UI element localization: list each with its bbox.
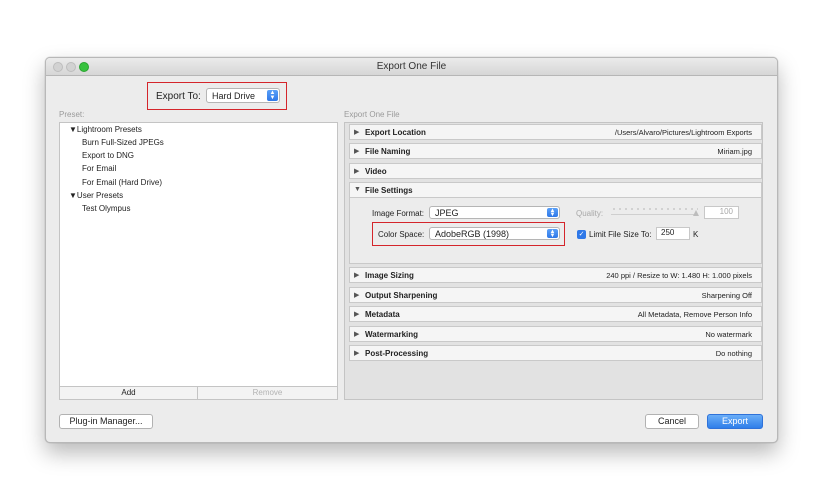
preset-item[interactable]: Export to DNG xyxy=(82,151,134,160)
image-format-label: Image Format: xyxy=(372,209,425,218)
section-file-naming[interactable]: ▶ File Naming Miriam.jpg xyxy=(349,143,762,159)
limit-file-size-field[interactable]: 250 xyxy=(656,227,690,240)
limit-file-size-label: Limit File Size To: xyxy=(589,230,652,239)
section-output-sharpening[interactable]: ▶ Output Sharpening Sharpening Off xyxy=(349,287,762,303)
preset-item[interactable]: Test Olympus xyxy=(82,204,130,213)
plugin-manager-button[interactable]: Plug-in Manager... xyxy=(59,414,153,429)
export-panel-label: Export One File xyxy=(344,110,400,119)
disclosure-right-icon: ▶ xyxy=(354,331,360,338)
section-video[interactable]: ▶ Video xyxy=(349,163,762,179)
export-to-label: Export To: xyxy=(156,91,201,102)
section-export-location[interactable]: ▶ Export Location /Users/Alvaro/Pictures… xyxy=(349,124,762,140)
cancel-button[interactable]: Cancel xyxy=(645,414,699,429)
export-dialog: Export One File Export To: Hard Drive ▲ ▼… xyxy=(45,57,778,443)
preset-group-lightroom[interactable]: ▼Lightroom Presets xyxy=(69,125,142,134)
preset-group-user[interactable]: ▼User Presets xyxy=(69,191,123,200)
preset-footer: Add Remove xyxy=(59,386,338,400)
checkmark-icon: ✓ xyxy=(578,231,585,238)
disclosure-right-icon: ▶ xyxy=(354,148,360,155)
preset-item[interactable]: Burn Full-Sized JPEGs xyxy=(82,138,164,147)
disclosure-right-icon: ▶ xyxy=(354,350,360,357)
image-format-select[interactable]: JPEG ▲ ▼ xyxy=(429,206,560,219)
export-button[interactable]: Export xyxy=(707,414,763,429)
section-watermarking[interactable]: ▶ Watermarking No watermark xyxy=(349,326,762,342)
export-to-select[interactable]: Hard Drive ▲ ▼ xyxy=(206,88,280,103)
quality-slider-ticks xyxy=(611,208,698,210)
add-preset-button[interactable]: Add xyxy=(59,386,198,400)
preset-item[interactable]: For Email (Hard Drive) xyxy=(82,178,162,187)
quality-label: Quality: xyxy=(576,209,604,218)
quality-slider-thumb[interactable] xyxy=(693,210,699,216)
quality-value-field[interactable]: 100 xyxy=(704,206,739,219)
disclosure-right-icon: ▶ xyxy=(354,168,360,175)
disclosure-down-icon: ▼ xyxy=(354,186,361,193)
preset-label: Preset: xyxy=(59,110,85,119)
section-file-settings[interactable]: ▼ File Settings xyxy=(349,182,762,198)
disclosure-right-icon: ▶ xyxy=(354,272,360,279)
disclosure-right-icon: ▶ xyxy=(354,292,360,299)
disclosure-right-icon: ▶ xyxy=(354,311,360,318)
color-space-select[interactable]: AdobeRGB (1998) ▲ ▼ xyxy=(429,227,560,240)
section-metadata[interactable]: ▶ Metadata All Metadata, Remove Person I… xyxy=(349,306,762,322)
disclosure-down-icon: ▼ xyxy=(69,191,77,200)
export-to-value: Hard Drive xyxy=(212,91,256,101)
title-bar[interactable]: Export One File xyxy=(46,58,777,76)
section-image-sizing[interactable]: ▶ Image Sizing 240 ppi / Resize to W: 1.… xyxy=(349,267,762,283)
disclosure-right-icon: ▶ xyxy=(354,129,360,136)
window-title: Export One File xyxy=(376,61,447,72)
remove-preset-button[interactable]: Remove xyxy=(198,386,338,400)
select-arrows-icon: ▲ ▼ xyxy=(267,90,278,101)
disclosure-down-icon: ▼ xyxy=(69,125,77,134)
export-to-highlight: Export To: Hard Drive ▲ ▼ xyxy=(147,82,287,110)
color-space-value: AdobeRGB (1998) xyxy=(435,229,510,239)
limit-file-size-checkbox[interactable]: ✓ xyxy=(577,230,586,239)
preset-item[interactable]: For Email xyxy=(82,164,116,173)
limit-file-size-unit: K xyxy=(693,230,699,239)
color-space-label: Color Space: xyxy=(378,230,425,239)
quality-slider[interactable] xyxy=(611,214,698,215)
select-arrows-icon: ▲ ▼ xyxy=(547,229,558,239)
select-arrows-icon: ▲ ▼ xyxy=(547,208,558,218)
preset-list: ▼Lightroom Presets Burn Full-Sized JPEGs… xyxy=(59,122,338,400)
image-format-value: JPEG xyxy=(435,208,459,218)
section-post-processing[interactable]: ▶ Post-Processing Do nothing xyxy=(349,345,762,361)
